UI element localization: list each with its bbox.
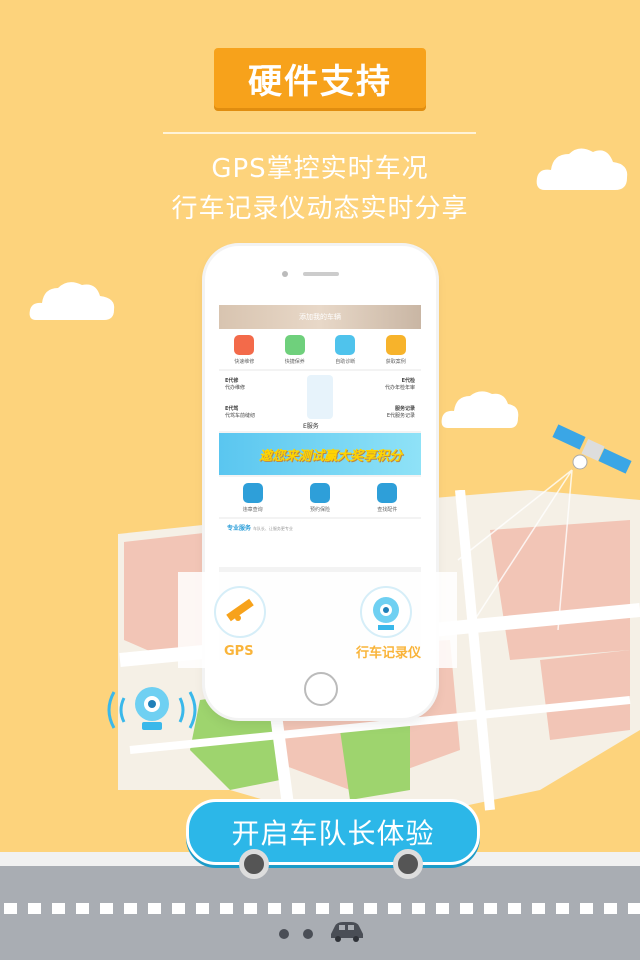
tool-item-0[interactable]: 违章查询 (229, 483, 277, 513)
quick-action-label: 快捷保养 (284, 359, 305, 365)
phone-speaker (303, 272, 339, 276)
pro-services-desc: 车队长、让服务更专业 (252, 526, 293, 531)
quick-action-item-0[interactable]: 快速维修 (220, 335, 268, 365)
car-icon (331, 922, 363, 942)
page-title-badge: 硬件支持 (214, 48, 426, 108)
satellite-icon (552, 424, 632, 474)
tool-label: 预约保险 (309, 507, 330, 513)
lane-dash (52, 903, 65, 914)
pro-services-title: 专业服务 (227, 525, 252, 532)
stethoscope-icon (335, 335, 356, 355)
car-shield-icon (309, 483, 330, 503)
lane-dash (268, 903, 281, 914)
tool-label: 查找配件 (377, 507, 398, 513)
service-e-drive[interactable]: E代驾 代驾车前缝纫 (225, 405, 255, 419)
lane-dash (532, 903, 545, 914)
lane-dash (244, 903, 257, 914)
subtitle-line-1: GPS掌控实时车况 (211, 154, 429, 184)
lane-dash (148, 903, 161, 914)
e-service-panel: E代修 代办维修 E代驾 代驾车前缝纫 E代检 代办年检年审 服务记录 E代服务记录 E… (219, 371, 421, 431)
lane-dash (4, 903, 17, 914)
cloud-left (29, 282, 115, 320)
dashcam-label: 行车记录仪 (356, 646, 422, 661)
pager-dot[interactable] (279, 929, 289, 939)
quick-action-item-2[interactable]: 自助诊断 (321, 335, 369, 365)
lane-dash (340, 903, 353, 914)
start-experience-button[interactable]: 开启车队长体验 (186, 799, 480, 865)
service-e-repair[interactable]: E代修 代办维修 (225, 377, 245, 391)
lane-dash (100, 903, 113, 914)
gps-satellite-icon[interactable] (214, 586, 266, 638)
lane-dash (124, 903, 137, 914)
quick-action-label: 获取案例 (385, 359, 406, 365)
lane-dash (628, 903, 640, 914)
lane-dash (364, 903, 377, 914)
document-icon (385, 335, 406, 355)
lane-dash (508, 903, 521, 914)
lane-dash (388, 903, 401, 914)
lane-dash (412, 903, 425, 914)
bottle-icon (284, 335, 305, 355)
promo-ad-banner[interactable]: 邀您来测试赢大奖享积分 (219, 433, 421, 475)
phone-home-button[interactable] (304, 672, 338, 706)
hardware-popup: GPS 行车记录仪 (178, 572, 457, 668)
pager-dot[interactable] (303, 929, 313, 939)
title-divider (163, 132, 476, 134)
add-vehicle-banner[interactable]: 添加我的车辆 (219, 305, 421, 329)
wrench-icon (234, 335, 255, 355)
phone-camera (282, 271, 288, 277)
quick-action-label: 自助诊断 (335, 359, 356, 365)
lane-dash (196, 903, 209, 914)
lane-dash (76, 903, 89, 914)
lane-dash (436, 903, 449, 914)
lane-dash (220, 903, 233, 914)
mechanic-avatar (307, 375, 333, 419)
lane-dash (172, 903, 185, 914)
lane-dash (316, 903, 329, 914)
lane-dash (28, 903, 41, 914)
service-e-inspection[interactable]: E代检 代办年检年审 (385, 377, 415, 391)
pro-services-section: 专业服务 车队长、让服务更专业 (219, 519, 421, 567)
dashcam-icon[interactable] (360, 586, 412, 638)
tool-item-1[interactable]: 预约保险 (296, 483, 344, 513)
tool-item-2[interactable]: 查找配件 (363, 483, 411, 513)
quick-action-item-3[interactable]: 获取案例 (372, 335, 420, 365)
service-records[interactable]: 服务记录 E代服务记录 (387, 405, 415, 419)
steering-wheel-icon (377, 483, 398, 503)
quick-action-item-1[interactable]: 快捷保养 (271, 335, 319, 365)
tools-row: 违章查询 预约保险 查找配件 (219, 477, 421, 517)
lane-dash (556, 903, 569, 914)
lane-dash (580, 903, 593, 914)
lane-dash (292, 903, 305, 914)
quick-action-label: 快速维修 (234, 359, 255, 365)
cta-left-wheel (239, 849, 269, 879)
traffic-light-icon (242, 483, 263, 503)
quick-actions-row: 快速维修 快捷保养 自助诊断 获取案例 (219, 329, 421, 369)
cloud-middle-right (441, 391, 519, 428)
webcam-signal-icon (107, 687, 197, 730)
tool-label: 违章查询 (242, 507, 263, 513)
gps-label: GPS (224, 644, 254, 659)
lane-dash (460, 903, 473, 914)
cta-right-wheel (393, 849, 423, 879)
e-service-label: E服务 (303, 423, 319, 430)
subtitle-line-2: 行车记录仪动态实时分享 (171, 194, 469, 224)
lane-dash (484, 903, 497, 914)
lane-dash (604, 903, 617, 914)
